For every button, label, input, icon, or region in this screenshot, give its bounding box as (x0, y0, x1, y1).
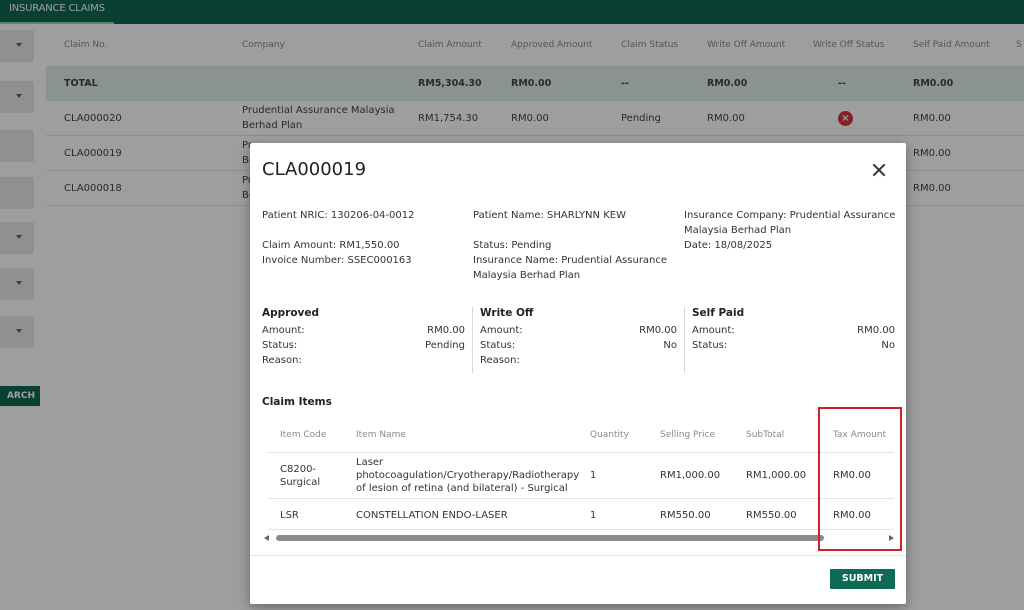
self-paid-section: Self Paid Amount: RM0.00 Status: No (692, 307, 895, 377)
item-name-line3: of lesion of retina (and bilateral) - Su… (356, 483, 568, 494)
claim-detail-modal: CLA000019 Patient NRIC: 130206-04-0012 P… (250, 143, 906, 604)
self-paid-amount-label: Amount: (692, 325, 735, 336)
item-tax-amount: RM0.00 (833, 510, 871, 521)
submit-button[interactable]: SUBMIT (830, 569, 895, 589)
scroll-left-icon[interactable] (264, 535, 269, 541)
item-tax-amount: RM0.00 (833, 470, 871, 481)
write-off-status-value: No (663, 340, 677, 351)
approved-amount-value: RM0.00 (427, 325, 465, 336)
claim-items-title: Claim Items (262, 396, 332, 408)
header-quantity: Quantity (590, 430, 629, 440)
divider (472, 307, 473, 373)
item-quantity: 1 (590, 510, 597, 521)
write-off-section: Write Off Amount: RM0.00 Status: No Reason… (480, 307, 677, 377)
approved-status-value: Pending (425, 340, 465, 351)
scrollbar-thumb[interactable] (276, 535, 824, 541)
self-paid-title: Self Paid (692, 307, 745, 319)
divider (684, 307, 685, 373)
close-icon[interactable] (872, 163, 886, 177)
item-code-line2: Surgical (280, 477, 321, 488)
item-code-line1: LSR (280, 510, 299, 521)
footer-divider (250, 555, 906, 556)
write-off-amount-value: RM0.00 (639, 325, 677, 336)
item-name-line2: photocoagulation/Cryotherapy/Radiotherap… (356, 470, 580, 481)
patient-nric: Patient NRIC: 130206-04-0012 (262, 210, 415, 221)
self-paid-status-value: No (881, 340, 895, 351)
write-off-title: Write Off (480, 307, 534, 319)
header-item-name: Item Name (356, 430, 406, 440)
approved-section: Approved Amount: RM0.00 Status: Pending Re… (262, 307, 465, 377)
header-selling-price: Selling Price (660, 430, 715, 440)
claim-status: Status: Pending (473, 240, 552, 251)
item-selling-price: RM1,000.00 (660, 470, 721, 481)
header-subtotal: SubTotal (746, 430, 785, 440)
item-quantity: 1 (590, 470, 597, 481)
patient-name: Patient Name: SHARLYNN KEW (473, 210, 626, 221)
claim-item-row: LSR CONSTELLATION ENDO-LASER 1 RM550.00 … (268, 499, 894, 530)
item-name-line1: Laser (356, 457, 384, 468)
item-name-line1: CONSTELLATION ENDO-LASER (356, 510, 508, 521)
approved-reason-label: Reason: (262, 355, 302, 366)
write-off-reason-label: Reason: (480, 355, 520, 366)
claim-date: Date: 18/08/2025 (684, 240, 773, 251)
claim-amount: Claim Amount: RM1,550.00 (262, 240, 400, 251)
insurance-name-line2: Malaysia Berhad Plan (473, 270, 581, 281)
approved-amount-label: Amount: (262, 325, 305, 336)
modal-title: CLA000019 (262, 159, 367, 180)
approved-title: Approved (262, 307, 320, 319)
item-code-line1: C8200- (280, 464, 317, 475)
claim-item-row: C8200- Surgical Laser photocoagulation/C… (268, 453, 894, 499)
header-tax-amount: Tax Amount (833, 430, 887, 440)
insurance-company-line2: Malaysia Berhad Plan (684, 225, 792, 236)
horizontal-scrollbar[interactable] (264, 533, 894, 543)
insurance-company-line1: Insurance Company: Prudential Assurance (684, 210, 896, 221)
claim-items-header: Item Code Item Name Quantity Selling Pri… (268, 421, 894, 453)
write-off-status-label: Status: (480, 340, 516, 351)
self-paid-status-label: Status: (692, 340, 728, 351)
self-paid-amount-value: RM0.00 (857, 325, 895, 336)
insurance-name-line1: Insurance Name: Prudential Assurance (473, 255, 668, 266)
item-subtotal: RM550.00 (746, 510, 797, 521)
approved-status-label: Status: (262, 340, 298, 351)
item-selling-price: RM550.00 (660, 510, 711, 521)
scroll-right-icon[interactable] (889, 535, 894, 541)
item-subtotal: RM1,000.00 (746, 470, 807, 481)
header-item-code: Item Code (280, 430, 327, 440)
invoice-number: Invoice Number: SSEC000163 (262, 255, 412, 266)
write-off-amount-label: Amount: (480, 325, 523, 336)
